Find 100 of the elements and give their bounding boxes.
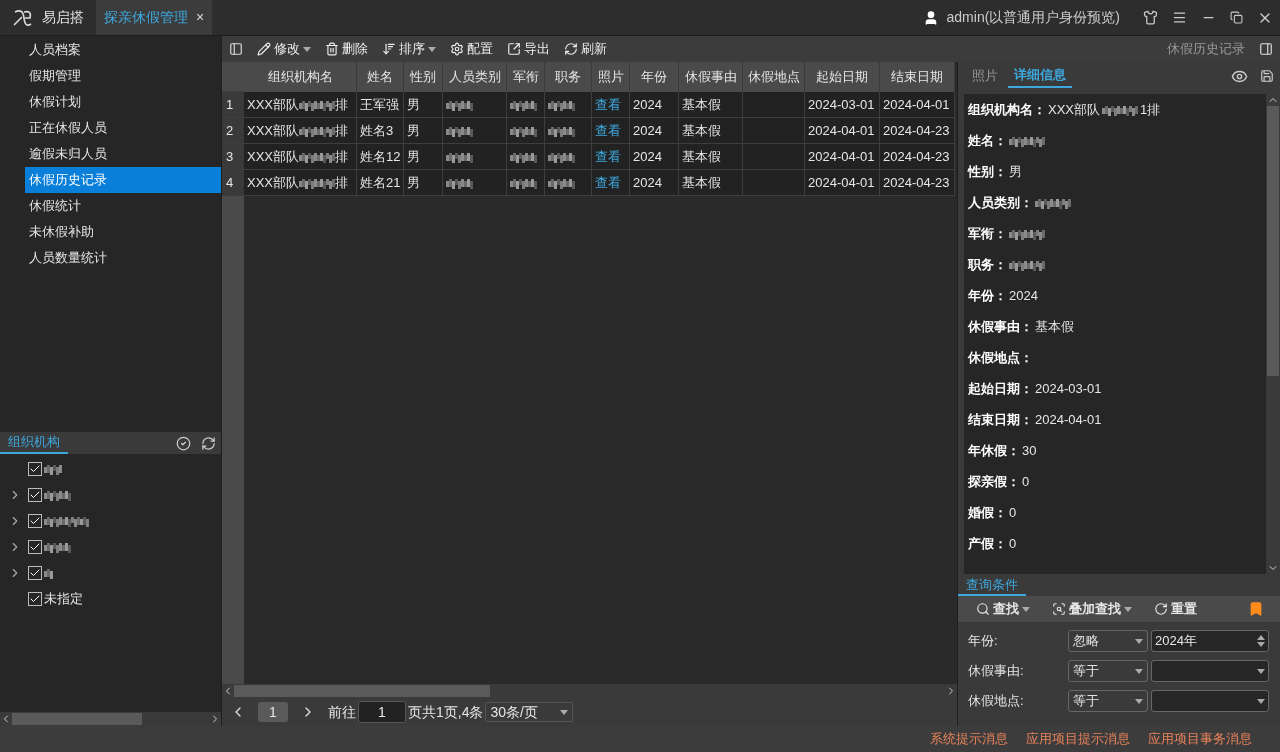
tree-checkbox[interactable] — [28, 488, 42, 502]
value-field[interactable]: 2024年 — [1151, 630, 1269, 652]
pixelated-text — [548, 176, 575, 189]
detail-label: 年份： — [968, 286, 1007, 305]
search-list-icon — [1052, 602, 1066, 616]
cell-text: XXX部队 — [247, 147, 299, 166]
cell-text: 男 — [1009, 162, 1022, 181]
nav-item[interactable]: 人员数量统计 — [25, 245, 221, 271]
detail-tab[interactable]: 照片 — [966, 64, 1004, 88]
cell-text: XXX部队 — [1048, 100, 1100, 119]
tree-checkbox[interactable] — [28, 566, 42, 580]
check-all-icon[interactable] — [176, 435, 191, 451]
toolbar-button[interactable]: 导出 — [507, 39, 550, 59]
nav-item[interactable]: 休假统计 — [25, 193, 221, 219]
pencil-icon — [257, 42, 271, 56]
detail-label: 组织机构名： — [968, 100, 1046, 119]
cell-text: 排 — [335, 173, 348, 192]
scrollbar-thumb[interactable] — [234, 685, 490, 697]
cell-text: 排 — [335, 147, 348, 166]
detail-label: 人员类别： — [968, 193, 1033, 212]
restore-icon[interactable] — [1230, 11, 1243, 24]
shirt-icon[interactable] — [1143, 10, 1158, 25]
save-icon[interactable] — [1260, 69, 1274, 83]
query-button[interactable]: 查找 — [976, 599, 1030, 619]
view-link[interactable]: 查看 — [595, 120, 621, 141]
pixelated-text — [1035, 196, 1071, 209]
status-message[interactable]: 应用项目提示消息 — [1026, 729, 1130, 749]
pixelated-text — [1009, 227, 1045, 240]
close-tab-button[interactable]: × — [196, 7, 205, 28]
sidebar-toggle-icon[interactable] — [229, 42, 243, 56]
value-field[interactable] — [1151, 660, 1269, 682]
refresh-icon[interactable] — [201, 435, 216, 451]
table-cell: 2024 — [630, 170, 679, 196]
tree-item-label[interactable]: 未指定 — [44, 589, 83, 609]
pixelated-text — [44, 541, 71, 553]
operator-select[interactable]: 等于 — [1068, 660, 1148, 682]
detail-label: 起始日期： — [968, 379, 1033, 398]
nav-item[interactable]: 逾假未归人员 — [25, 141, 221, 167]
page-size-select[interactable]: 30条/页 — [485, 702, 574, 722]
detail-label: 姓名： — [968, 131, 1007, 150]
nav-item[interactable]: 休假计划 — [25, 89, 221, 115]
status-message[interactable]: 应用项目事务消息 — [1148, 729, 1252, 749]
cell-text: 2024-03-01 — [1035, 379, 1102, 398]
pixelated-text — [299, 98, 335, 111]
toolbar-button[interactable]: 刷新 — [564, 39, 607, 59]
app-name: 易启搭 — [42, 8, 84, 27]
gear-icon — [450, 42, 464, 56]
table-cell: 姓名21 — [357, 170, 404, 196]
cell-text: 排 — [335, 121, 348, 140]
nav-item[interactable]: 正在休假人员 — [25, 115, 221, 141]
pixelated-text — [299, 176, 335, 189]
toolbar-button[interactable]: 修改 — [257, 39, 311, 59]
pixelated-text — [548, 150, 575, 163]
detail-tab[interactable]: 详细信息 — [1008, 64, 1072, 88]
tree-checkbox[interactable] — [28, 592, 42, 606]
operator-select[interactable]: 忽略 — [1068, 630, 1148, 652]
caret-icon — [1135, 698, 1143, 704]
pixelated-text — [510, 150, 537, 163]
cell-text: 1排 — [1140, 100, 1161, 119]
bookmark-icon[interactable] — [1248, 601, 1264, 617]
detail-label: 休假事由： — [968, 317, 1033, 336]
scrollbar-thumb[interactable] — [12, 713, 142, 725]
query-button[interactable]: 重置 — [1154, 599, 1197, 619]
tree-checkbox[interactable] — [28, 514, 42, 528]
toolbar-button[interactable]: 排序 — [382, 39, 436, 59]
status-message[interactable]: 系统提示消息 — [930, 729, 1008, 749]
detail-label: 产假： — [968, 534, 1007, 553]
toolbar-button[interactable]: 配置 — [450, 39, 493, 59]
view-link[interactable]: 查看 — [595, 172, 621, 193]
spinner-icon[interactable] — [1257, 635, 1265, 647]
document-tab[interactable]: 探亲休假管理 × — [96, 0, 213, 35]
scrollbar-thumb[interactable] — [1267, 106, 1279, 376]
page-input[interactable]: 1 — [358, 701, 406, 723]
trash-icon — [325, 42, 339, 56]
pixelated-text — [44, 567, 53, 579]
user-name[interactable]: admin(以普通用户身份预览) — [946, 7, 1120, 28]
query-button[interactable]: 叠加查找 — [1052, 599, 1132, 619]
pixelated-text — [446, 176, 473, 189]
panel-toggle-icon[interactable] — [1259, 42, 1273, 56]
cell-text: XXX部队 — [247, 95, 299, 114]
operator-select[interactable]: 等于 — [1068, 690, 1148, 712]
nav-item[interactable]: 休假历史记录 — [25, 167, 221, 193]
toolbar-button[interactable]: 删除 — [325, 39, 368, 59]
cell-text: XXX部队 — [247, 121, 299, 140]
detail-label: 职务： — [968, 255, 1007, 274]
page-button[interactable]: 1 — [258, 702, 288, 722]
tree-checkbox[interactable] — [28, 462, 42, 476]
cell-text: 30 — [1022, 441, 1037, 460]
tree-checkbox[interactable] — [28, 540, 42, 554]
detail-label: 年休假： — [968, 441, 1020, 460]
logo-icon — [12, 7, 34, 28]
nav-item[interactable]: 未休假补助 — [25, 219, 221, 245]
view-link[interactable]: 查看 — [595, 94, 621, 115]
row-number: 2 — [222, 118, 244, 144]
view-link[interactable]: 查看 — [595, 146, 621, 167]
value-field[interactable] — [1151, 690, 1269, 712]
cell-text: 2024 — [1009, 286, 1038, 305]
nav-item[interactable]: 假期管理 — [25, 63, 221, 89]
nav-item[interactable]: 人员档案 — [25, 37, 221, 63]
menu-icon[interactable] — [1172, 10, 1187, 25]
